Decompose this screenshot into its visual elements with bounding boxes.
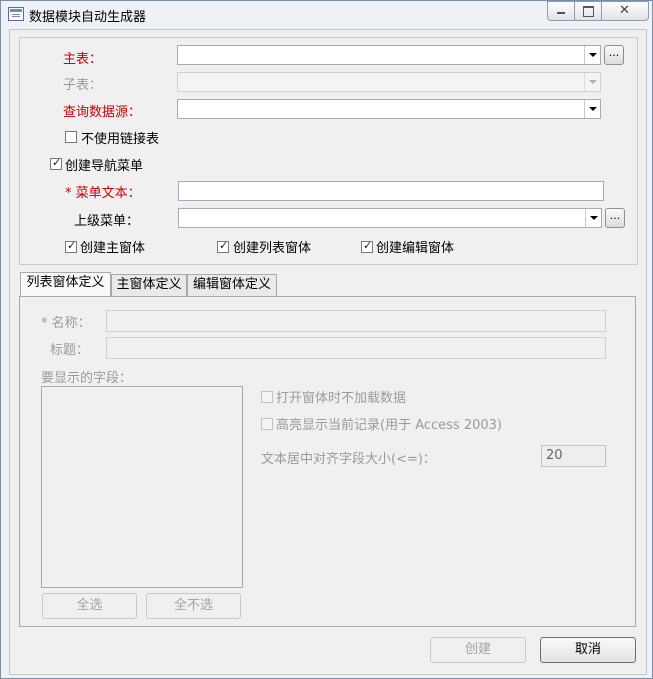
main-table-browse-button[interactable]: ... bbox=[604, 45, 624, 65]
form-app-icon bbox=[8, 7, 24, 21]
caption-label: 标题： bbox=[50, 343, 90, 358]
menu-text-input[interactable] bbox=[178, 181, 604, 201]
tab-main-form[interactable]: 主窗体定义 bbox=[111, 274, 187, 296]
create-main-form-label: 创建主窗体 bbox=[80, 241, 146, 256]
parent-menu-label: 上级菜单： bbox=[74, 214, 140, 229]
highlight-record-checkbox[interactable] bbox=[261, 418, 273, 430]
no-link-table-label: 不使用链接表 bbox=[81, 132, 160, 147]
options-group: 主表： ... 子表： 查询数据源： 不使用链接表 ✓ 创建导航菜单 * 菜单文… bbox=[19, 37, 638, 265]
main-table-label: 主表： bbox=[63, 52, 103, 67]
center-align-size-input[interactable]: 20 bbox=[541, 445, 606, 467]
caption-input[interactable] bbox=[106, 337, 606, 359]
highlight-record-label: 高亮显示当前记录(用于 Access 2003) bbox=[276, 418, 502, 433]
caption-buttons: ✕ bbox=[547, 1, 649, 21]
name-label: * 名称： bbox=[41, 316, 91, 331]
tab-list-form[interactable]: 列表窗体定义 bbox=[20, 272, 111, 296]
tab-edit-form[interactable]: 编辑窗体定义 bbox=[187, 274, 277, 296]
create-nav-menu-label: 创建导航菜单 bbox=[65, 159, 144, 174]
parent-menu-dropdown-button[interactable] bbox=[585, 209, 601, 227]
sub-table-dropdown-button[interactable] bbox=[584, 73, 600, 91]
cancel-button[interactable]: 取消 bbox=[540, 637, 636, 663]
title-bar: 数据模块自动生成器 ✕ bbox=[1, 1, 652, 27]
checkmark-icon: ✓ bbox=[363, 239, 373, 252]
chevron-down-icon bbox=[589, 107, 597, 111]
maximize-icon bbox=[583, 6, 594, 17]
sub-table-combo[interactable] bbox=[177, 72, 601, 92]
select-none-button[interactable]: 全不选 bbox=[146, 593, 241, 619]
minimize-button[interactable] bbox=[547, 1, 575, 21]
maximize-button[interactable] bbox=[574, 1, 602, 21]
list-form-tab-page: * 名称： 标题： 要显示的字段： 打开窗体时不加载数据 高亮显示当前记录(用于… bbox=[19, 296, 636, 627]
create-list-form-checkbox[interactable]: ✓ bbox=[217, 239, 229, 253]
create-nav-menu-checkbox[interactable]: ✓ bbox=[50, 156, 62, 170]
fields-label: 要显示的字段： bbox=[41, 371, 133, 386]
close-button[interactable]: ✕ bbox=[601, 1, 649, 21]
checkmark-icon: ✓ bbox=[52, 156, 62, 169]
no-link-table-checkbox[interactable] bbox=[65, 131, 77, 143]
menu-text-label: * 菜单文本： bbox=[65, 186, 141, 201]
parent-menu-browse-button[interactable]: ... bbox=[605, 208, 625, 228]
create-edit-form-checkbox[interactable]: ✓ bbox=[361, 239, 373, 253]
query-source-combo[interactable] bbox=[177, 99, 601, 119]
dialog-window: 数据模块自动生成器 ✕ 主表： ... 子表： 查询数据源： 不使用链接表 ✓ … bbox=[0, 0, 653, 679]
minimize-icon bbox=[557, 12, 565, 14]
dialog-client: 主表： ... 子表： 查询数据源： 不使用链接表 ✓ 创建导航菜单 * 菜单文… bbox=[9, 29, 647, 675]
name-input[interactable] bbox=[106, 310, 606, 332]
no-load-data-checkbox[interactable] bbox=[261, 391, 273, 403]
main-table-dropdown-button[interactable] bbox=[584, 46, 600, 64]
create-main-form-checkbox[interactable]: ✓ bbox=[65, 239, 77, 253]
query-source-label: 查询数据源： bbox=[63, 105, 142, 120]
chevron-down-icon bbox=[590, 216, 598, 220]
create-button[interactable]: 创建 bbox=[430, 637, 526, 663]
chevron-down-icon bbox=[589, 80, 597, 84]
create-edit-form-label: 创建编辑窗体 bbox=[376, 241, 455, 256]
close-icon: ✕ bbox=[619, 3, 630, 18]
center-align-size-label: 文本居中对齐字段大小(<=)： bbox=[261, 452, 436, 467]
sub-table-label: 子表： bbox=[63, 78, 103, 93]
checkmark-icon: ✓ bbox=[67, 239, 77, 252]
chevron-down-icon bbox=[589, 53, 597, 57]
no-load-data-label: 打开窗体时不加载数据 bbox=[276, 391, 407, 406]
fields-listbox[interactable] bbox=[41, 386, 243, 588]
checkmark-icon: ✓ bbox=[219, 239, 229, 252]
create-list-form-label: 创建列表窗体 bbox=[233, 241, 312, 256]
window-title: 数据模块自动生成器 bbox=[29, 10, 147, 25]
select-all-button[interactable]: 全选 bbox=[42, 593, 137, 619]
query-source-dropdown-button[interactable] bbox=[584, 100, 600, 118]
main-table-combo[interactable] bbox=[177, 45, 601, 65]
parent-menu-combo[interactable] bbox=[178, 208, 602, 228]
